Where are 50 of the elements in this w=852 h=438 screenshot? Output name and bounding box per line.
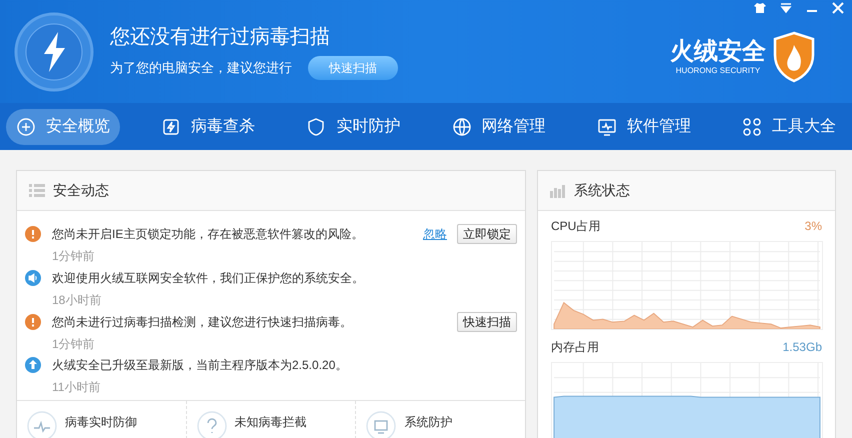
protection-label: 未知病毒拦截 [234, 414, 307, 431]
brand-subtitle: HUORONG SECURITY [676, 66, 760, 76]
cpu-value: 3% [804, 218, 822, 235]
bar-chart-icon [550, 184, 566, 198]
speaker-icon [25, 270, 41, 286]
memory-value: 1.53Gb [782, 339, 822, 356]
close-icon[interactable] [832, 2, 844, 14]
nav-tab[interactable]: 安全概览 [6, 108, 120, 144]
question-icon [196, 411, 227, 438]
memory-label: 内存占用 [551, 339, 599, 356]
nav-tab[interactable]: 软件管理 [586, 108, 701, 144]
event-time: 1分钟前 [52, 336, 96, 352]
monitor-icon [596, 116, 617, 136]
panel-title: 安全动态 [53, 181, 109, 200]
nav-tab[interactable]: 实时防护 [296, 108, 410, 144]
nav-tab[interactable]: 工具大全 [732, 108, 846, 144]
lightning-logo-icon [14, 12, 94, 92]
event-time: 11小时前 [52, 379, 102, 396]
panel-title: 系统状态 [574, 181, 630, 200]
event-time: 1分钟前 [52, 248, 96, 265]
upgrade-icon [25, 357, 41, 374]
shirt-icon[interactable] [754, 2, 766, 14]
nav-tab[interactable]: 网络管理 [442, 108, 556, 144]
globe-icon [452, 116, 472, 136]
warning-icon [25, 226, 41, 242]
protection-label: 系统防护 [404, 414, 452, 431]
grid-icon [742, 116, 762, 136]
plus-circle-icon [16, 116, 36, 136]
cpu-label: CPU占用 [551, 218, 600, 235]
event-message: 欢迎使用火绒互联网安全软件，我们正保护您的系统安全。 [52, 270, 364, 287]
shield-icon [306, 116, 326, 136]
ignore-link[interactable]: 忽略 [423, 225, 447, 243]
nav-tab[interactable]: 病毒查杀 [151, 108, 266, 144]
event-message: 您尚未进行过病毒扫描检测，建议您进行快速扫描病毒。 [52, 314, 352, 330]
event-message: 您尚未开启IE主页锁定功能，存在被恶意软件篡改的风险。 [52, 226, 364, 243]
pulse-icon [27, 411, 57, 438]
event-time: 18小时前 [52, 292, 102, 309]
brand-name: 火绒安全 [670, 38, 766, 66]
protection-label: 病毒实时防御 [65, 414, 137, 431]
shield-logo-icon [772, 30, 816, 82]
warning-icon [25, 314, 41, 330]
event-action-button[interactable]: 立即锁定 [457, 224, 517, 244]
list-icon [29, 184, 45, 198]
dropdown-icon[interactable] [780, 2, 792, 14]
monitor-icon [366, 411, 396, 438]
bolt-icon [161, 116, 182, 136]
event-action-button[interactable]: 快速扫描 [457, 312, 517, 332]
event-message: 火绒安全已升级至最新版，当前主程序版本为2.5.0.20。 [52, 357, 348, 374]
scan-suggestion-text: 为了您的电脑安全，建议您进行 [110, 58, 292, 77]
scan-status-title: 您还没有进行过病毒扫描 [110, 24, 331, 50]
